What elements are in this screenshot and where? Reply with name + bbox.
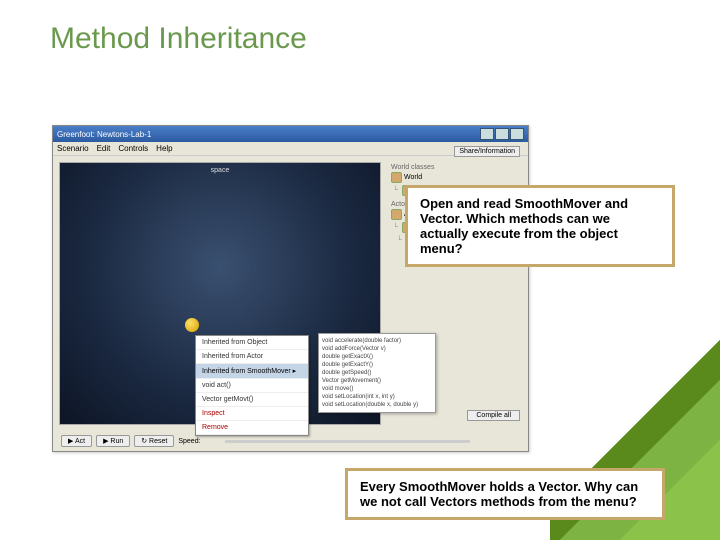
pop-item[interactable]: void setLocation(double x, double y) [322, 401, 432, 409]
control-bar: ▶ Act ▶ Run ↻ Reset Speed: [61, 435, 520, 447]
share-button[interactable]: Share/Information [454, 146, 520, 157]
ctx-inherited-smoothmover[interactable]: Inherited from SmoothMover ▸ [196, 364, 308, 379]
class-icon [391, 209, 402, 220]
menu-scenario[interactable]: Scenario [57, 144, 89, 153]
world-title: space [211, 167, 230, 174]
speed-slider[interactable] [225, 440, 470, 443]
world-panel: space Inherited from Object Inherited fr… [59, 162, 381, 425]
ctx-inherited-object[interactable]: Inherited from Object [196, 336, 308, 350]
pop-item[interactable]: void setLocation(int x, int y) [322, 393, 432, 401]
close-icon[interactable] [510, 128, 524, 140]
slide-title: Method Inheritance [0, 0, 720, 56]
maximize-icon[interactable] [495, 128, 509, 140]
ctx-getmovt[interactable]: Vector getMovt() [196, 393, 308, 407]
menu-edit[interactable]: Edit [97, 144, 111, 153]
submenu-popup: void accelerate(double factor) void addF… [318, 333, 436, 413]
ctx-inherited-actor[interactable]: Inherited from Actor [196, 350, 308, 364]
run-button[interactable]: ▶ Run [96, 435, 130, 447]
callout-top: Open and read SmoothMover and Vector. Wh… [405, 185, 675, 267]
pop-item[interactable]: Vector getMovement() [322, 377, 432, 385]
ctx-remove[interactable]: Remove [196, 421, 308, 435]
ctx-inspect[interactable]: Inspect [196, 407, 308, 421]
speed-label: Speed: [178, 438, 200, 445]
titlebar: Greenfoot: Newtons-Lab-1 [53, 126, 528, 142]
compile-button[interactable]: Compile all [467, 410, 520, 421]
pop-item[interactable]: void move() [322, 385, 432, 393]
ctx-act[interactable]: void act() [196, 379, 308, 393]
minimize-icon[interactable] [480, 128, 494, 140]
window-title: Greenfoot: Newtons-Lab-1 [57, 130, 479, 139]
class-icon [391, 172, 402, 183]
class-world[interactable]: World [404, 174, 422, 181]
pop-item[interactable]: double getExactY() [322, 361, 432, 369]
menu-help[interactable]: Help [156, 144, 172, 153]
callout-bottom: Every SmoothMover holds a Vector. Why ca… [345, 468, 665, 520]
pop-item[interactable]: void accelerate(double factor) [322, 337, 432, 345]
pop-item[interactable]: double getSpeed() [322, 369, 432, 377]
context-menu: Inherited from Object Inherited from Act… [195, 335, 309, 436]
world-classes-label: World classes [391, 164, 524, 171]
pop-item[interactable]: void addForce(Vector v) [322, 345, 432, 353]
body-actor[interactable] [185, 318, 199, 332]
act-button[interactable]: ▶ Act [61, 435, 92, 447]
greenfoot-window: Greenfoot: Newtons-Lab-1 Scenario Edit C… [52, 125, 529, 452]
reset-button[interactable]: ↻ Reset [134, 435, 174, 447]
menu-controls[interactable]: Controls [118, 144, 148, 153]
pop-item[interactable]: double getExactX() [322, 353, 432, 361]
